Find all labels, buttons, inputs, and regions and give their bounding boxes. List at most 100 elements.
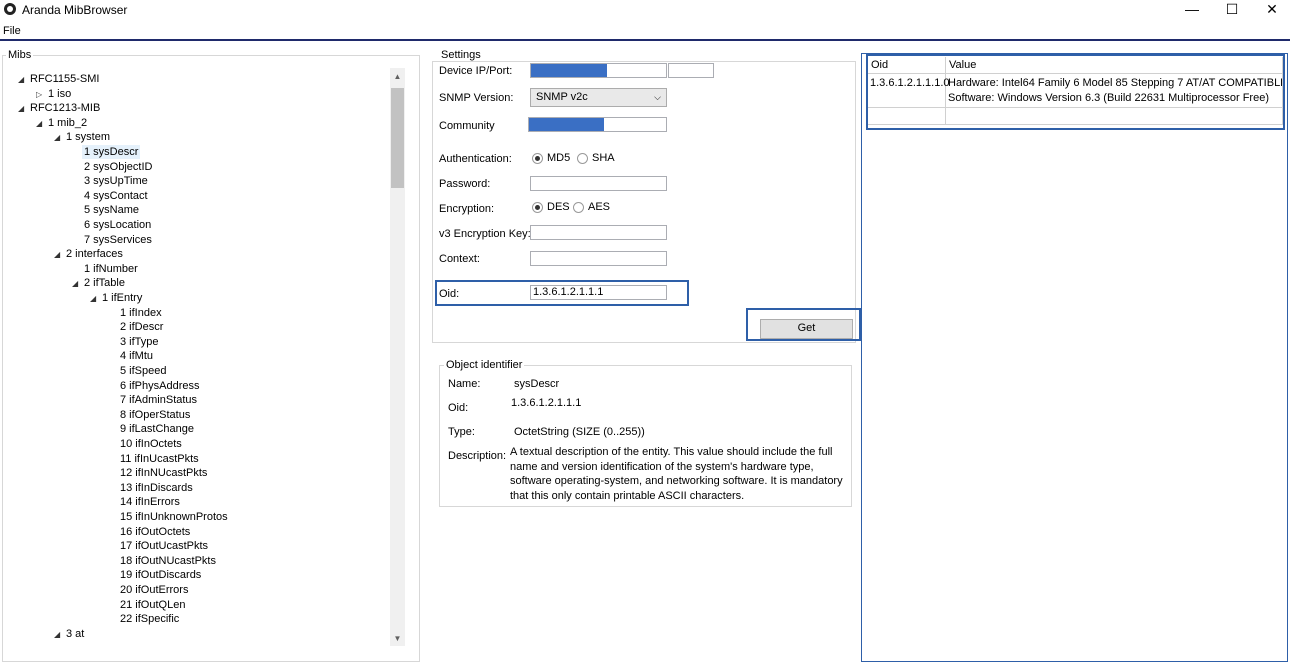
- tree-node[interactable]: 1 ifIndex: [120, 306, 162, 320]
- get-button[interactable]: Get: [760, 319, 853, 339]
- tree-node[interactable]: ◢ 1 mib_2: [36, 116, 87, 130]
- context-input[interactable]: [530, 251, 667, 266]
- tree-node[interactable]: 3 ifType: [120, 335, 159, 349]
- tree-node[interactable]: 5 ifSpeed: [120, 364, 166, 378]
- tree-node[interactable]: ◢ 2 interfaces: [54, 247, 123, 261]
- tree-node[interactable]: 15 ifInUnknownProtos: [120, 510, 228, 524]
- oi-name-value: sysDescr: [514, 378, 560, 390]
- tree-node[interactable]: 9 ifLastChange: [120, 422, 194, 436]
- col-header-value[interactable]: Value: [946, 57, 1283, 74]
- tree-node-label: 4 ifMtu: [120, 350, 154, 363]
- scroll-up-icon[interactable]: ▲: [390, 72, 405, 81]
- tree-node-label: 6 ifPhysAddress: [120, 379, 200, 392]
- tree-node[interactable]: 19 ifOutDiscards: [120, 568, 201, 582]
- community-redacted: [529, 118, 604, 131]
- tree-node[interactable]: 18 ifOutNUcastPkts: [120, 554, 216, 568]
- snmp-version-select[interactable]: SNMP v2c ⌵: [530, 88, 667, 107]
- collapse-arrow-icon[interactable]: ◢: [18, 102, 30, 116]
- tree-node[interactable]: ◢ RFC1155-SMI: [18, 72, 99, 86]
- community-label: Community: [439, 120, 495, 132]
- tree-node[interactable]: 7 sysServices: [84, 233, 152, 247]
- md5-radio[interactable]: [532, 153, 543, 164]
- minimize-button[interactable]: —: [1172, 0, 1212, 18]
- tree-node[interactable]: ◢ 3 at: [54, 627, 84, 641]
- mib-tree[interactable]: ◢ RFC1155-SMI ▷ 1 iso ◢ RFC1213-MIB ◢ 1 mib_2 ◢ 1…: [18, 68, 390, 646]
- aes-radio[interactable]: [573, 202, 584, 213]
- row-empty-value[interactable]: [946, 108, 1283, 125]
- expand-arrow-icon[interactable]: ▷: [36, 88, 48, 102]
- context-label: Context:: [439, 253, 480, 265]
- tree-node[interactable]: 3 sysUpTime: [84, 174, 148, 188]
- password-input[interactable]: [530, 176, 667, 191]
- tree-node[interactable]: 1 sysDescr: [82, 145, 141, 159]
- scroll-down-icon[interactable]: ▼: [390, 634, 405, 643]
- tree-node[interactable]: 13 ifInDiscards: [120, 481, 193, 495]
- v3-key-input[interactable]: [530, 225, 667, 240]
- tree-node-label: 1 system: [66, 131, 111, 144]
- tree-node-label: RFC1213-MIB: [30, 102, 101, 115]
- object-identifier-label: Object identifier: [444, 359, 525, 371]
- tree-node[interactable]: 6 ifPhysAddress: [120, 379, 199, 393]
- row-value-cell[interactable]: Hardware: Intel64 Family 6 Model 85 Step…: [946, 74, 1283, 108]
- collapse-arrow-icon[interactable]: ◢: [90, 292, 102, 306]
- tree-node[interactable]: 14 ifInErrors: [120, 495, 180, 509]
- title-bar: Aranda MibBrowser — ☐ ✕: [0, 0, 1290, 20]
- tree-node-label: 8 ifOperStatus: [120, 408, 191, 421]
- tree-node[interactable]: 7 ifAdminStatus: [120, 393, 197, 407]
- tree-node[interactable]: 16 ifOutOctets: [120, 525, 190, 539]
- settings-label: Settings: [439, 49, 483, 61]
- tree-node[interactable]: 11 ifInUcastPkts: [120, 452, 199, 466]
- sha-radio[interactable]: [577, 153, 588, 164]
- tree-node[interactable]: 8 ifOperStatus: [120, 408, 190, 422]
- des-label: DES: [547, 201, 570, 213]
- tree-node-label: 20 ifOutErrors: [120, 584, 189, 596]
- tree-node[interactable]: 21 ifOutQLen: [120, 598, 185, 612]
- collapse-arrow-icon[interactable]: ◢: [54, 248, 66, 262]
- tree-node[interactable]: ◢ 2 ifTable: [72, 276, 125, 290]
- tree-node[interactable]: 6 sysLocation: [84, 218, 151, 232]
- tree-node[interactable]: ◢ 1 system: [54, 130, 110, 144]
- row-oid-cell[interactable]: 1.3.6.1.2.1.1.1.0: [868, 74, 950, 108]
- tree-node[interactable]: 2 sysObjectID: [84, 160, 152, 174]
- collapse-arrow-icon[interactable]: ◢: [54, 131, 66, 145]
- description-line: software operating-system, and networkin…: [510, 475, 843, 487]
- description-line: name and version identification of the s…: [510, 460, 814, 473]
- collapse-arrow-icon[interactable]: ◢: [36, 117, 48, 131]
- row-empty-oid[interactable]: [868, 108, 946, 125]
- tree-node[interactable]: 4 ifMtu: [120, 349, 153, 363]
- tree-node[interactable]: ◢ RFC1213-MIB: [18, 101, 100, 115]
- tree-node[interactable]: 20 ifOutErrors: [120, 583, 188, 597]
- tree-node-label: 7 ifAdminStatus: [120, 394, 198, 407]
- description-line: A textual description of the entity. Thi…: [510, 446, 833, 458]
- tree-node[interactable]: ▷ 1 iso: [36, 87, 71, 101]
- device-port-input[interactable]: [668, 63, 714, 78]
- menu-bar: File: [0, 23, 1290, 39]
- des-radio[interactable]: [532, 202, 543, 213]
- close-button[interactable]: ✕: [1252, 0, 1290, 18]
- tree-node[interactable]: 5 sysName: [84, 203, 139, 217]
- tree-node[interactable]: 2 ifDescr: [120, 320, 163, 334]
- collapse-arrow-icon[interactable]: ◢: [72, 277, 84, 291]
- scroll-thumb[interactable]: [391, 88, 404, 188]
- tree-node[interactable]: 10 ifInOctets: [120, 437, 182, 451]
- tree-node-label: 1 sysDescr: [84, 146, 139, 158]
- maximize-button[interactable]: ☐: [1212, 0, 1252, 18]
- tree-node[interactable]: ◢ 1 ifEntry: [90, 291, 142, 305]
- collapse-arrow-icon[interactable]: ◢: [54, 628, 66, 642]
- menu-file[interactable]: File: [3, 25, 21, 37]
- tree-node[interactable]: 22 ifSpecific: [120, 612, 179, 626]
- tree-node-label: 21 ifOutQLen: [120, 598, 186, 611]
- tree-node-label: 7 sysServices: [84, 233, 152, 246]
- tree-node-label: 11 ifInUcastPkts: [120, 452, 199, 465]
- tree-node[interactable]: 12 ifInNUcastPkts: [120, 466, 207, 480]
- tree-node-label: 4 sysContact: [84, 189, 148, 202]
- tree-node[interactable]: 17 ifOutUcastPkts: [120, 539, 208, 553]
- md5-label: MD5: [547, 152, 571, 164]
- tree-node[interactable]: 4 sysContact: [84, 189, 148, 203]
- tree-node-label: 1 ifEntry: [102, 292, 143, 304]
- oid-input[interactable]: 1.3.6.1.2.1.1.1: [530, 285, 667, 300]
- col-header-oid[interactable]: Oid: [868, 57, 946, 74]
- tree-node-label: 14 ifInErrors: [120, 496, 180, 509]
- tree-node[interactable]: 1 ifNumber: [84, 262, 138, 276]
- collapse-arrow-icon[interactable]: ◢: [18, 73, 30, 87]
